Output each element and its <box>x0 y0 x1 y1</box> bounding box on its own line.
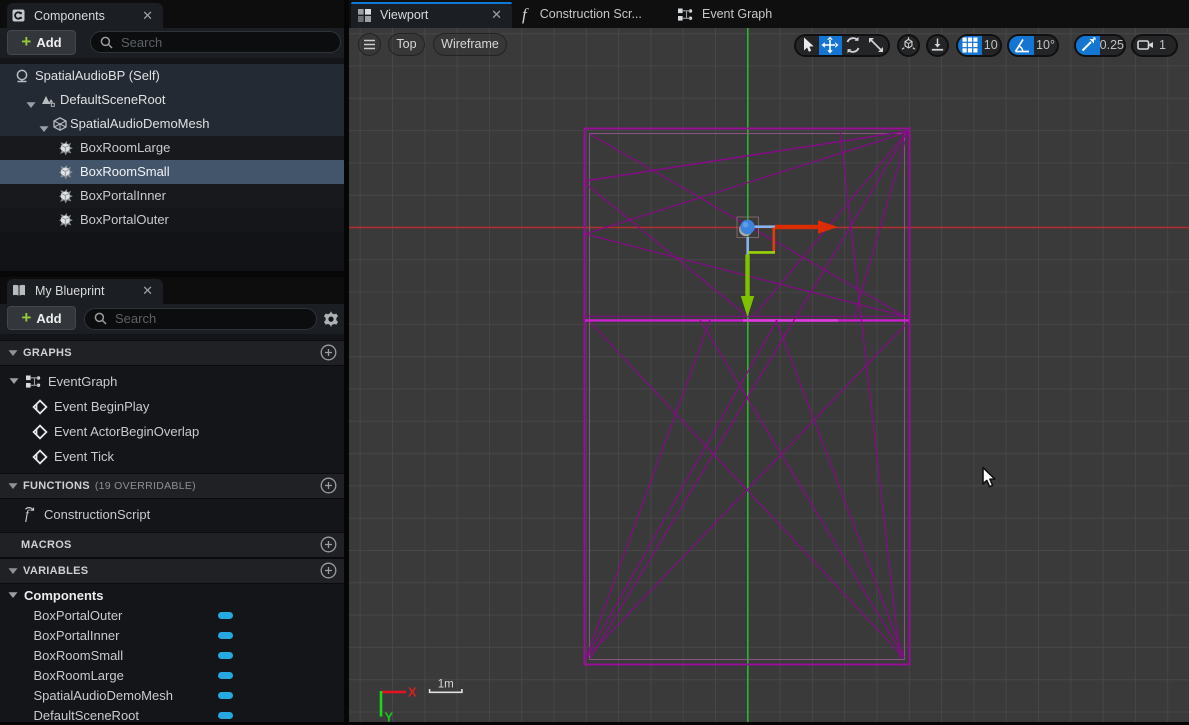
svg-text:X: X <box>408 685 417 700</box>
svg-text:1m: 1m <box>438 679 454 691</box>
svg-text:f: f <box>25 508 31 522</box>
